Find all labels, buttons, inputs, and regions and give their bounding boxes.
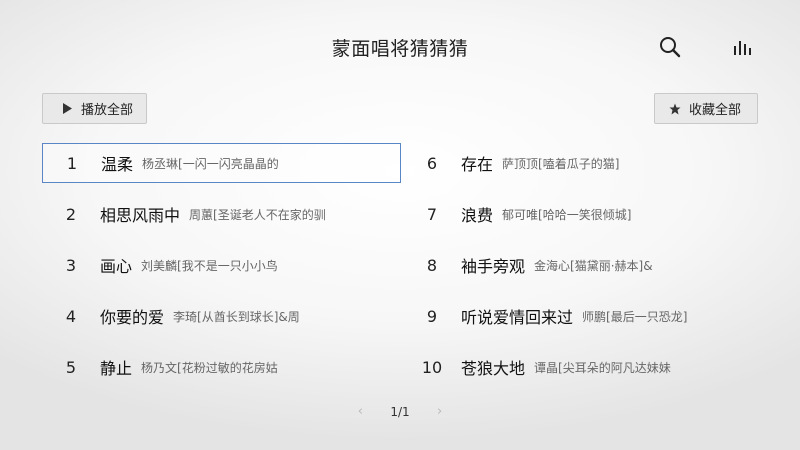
song-number: 5 xyxy=(65,357,77,377)
song-item-9[interactable]: 9 听说爱情回来过 师鹏[最后一只恐龙] xyxy=(403,296,759,336)
song-number: 1 xyxy=(66,153,78,173)
favorite-all-button[interactable]: 收藏全部 xyxy=(654,93,758,124)
song-artist: 师鹏[最后一只恐龙] xyxy=(582,309,688,324)
song-number: 10 xyxy=(421,357,443,377)
song-title: 你要的爱 xyxy=(100,308,165,327)
song-artist: 李琦[从酋长到球长]&周 xyxy=(173,309,300,324)
song-item-10[interactable]: 10 苍狼大地 谭晶[尖耳朵的阿凡达妹妹 xyxy=(403,347,759,387)
song-number: 7 xyxy=(426,204,438,224)
song-artist: 刘美麟[我不是一只小小鸟 xyxy=(141,258,278,273)
song-artist: 杨乃文[花粉过敏的花房姑 xyxy=(141,360,278,375)
search-icon[interactable] xyxy=(657,34,683,60)
song-number: 4 xyxy=(65,306,77,326)
song-title: 袖手旁观 xyxy=(461,257,526,276)
song-artist: 杨丞琳[一闪一闪亮晶晶的 xyxy=(142,156,279,171)
song-title: 温柔 xyxy=(101,155,134,174)
song-item-3[interactable]: 3 画心 刘美麟[我不是一只小小鸟 xyxy=(42,245,401,285)
play-all-label: 播放全部 xyxy=(81,103,134,118)
song-title: 浪费 xyxy=(461,206,494,225)
song-number: 9 xyxy=(426,306,438,326)
song-item-8[interactable]: 8 袖手旁观 金海心[猫黛丽·赫本]& xyxy=(403,245,759,285)
song-item-4[interactable]: 4 你要的爱 李琦[从酋长到球长]&周 xyxy=(42,296,401,336)
song-item-7[interactable]: 7 浪费 郁可唯[哈哈一笑很倾城] xyxy=(403,194,759,234)
song-artist: 郁可唯[哈哈一笑很倾城] xyxy=(502,207,632,222)
page-indicator: 1/1 xyxy=(390,404,410,419)
favorite-all-label: 收藏全部 xyxy=(689,103,742,118)
star-icon xyxy=(669,103,681,115)
song-artist: 周蕙[圣诞老人不在家的驯 xyxy=(189,207,326,222)
song-item-2[interactable]: 2 相思风雨中 周蕙[圣诞老人不在家的驯 xyxy=(42,194,401,234)
song-number: 2 xyxy=(65,204,77,224)
song-title: 画心 xyxy=(100,257,133,276)
song-artist: 萨顶顶[嗑着瓜子的猫] xyxy=(502,156,620,171)
song-title: 存在 xyxy=(461,155,494,174)
play-all-button[interactable]: 播放全部 xyxy=(42,93,147,124)
pagination: ‹ 1/1 › xyxy=(0,404,800,419)
chevron-right-icon[interactable]: › xyxy=(430,404,450,419)
song-title: 静止 xyxy=(100,359,133,378)
song-artist: 谭晶[尖耳朵的阿凡达妹妹 xyxy=(534,360,671,375)
song-number: 3 xyxy=(65,255,77,275)
song-title: 相思风雨中 xyxy=(100,206,181,225)
song-item-5[interactable]: 5 静止 杨乃文[花粉过敏的花房姑 xyxy=(42,347,401,387)
song-title: 听说爱情回来过 xyxy=(461,308,574,327)
bar-chart-icon[interactable] xyxy=(729,34,755,60)
song-artist: 金海心[猫黛丽·赫本]& xyxy=(534,258,653,273)
song-item-6[interactable]: 6 存在 萨顶顶[嗑着瓜子的猫] xyxy=(403,143,759,183)
song-title: 苍狼大地 xyxy=(461,359,526,378)
play-icon xyxy=(61,103,73,115)
song-item-1[interactable]: 1 温柔 杨丞琳[一闪一闪亮晶晶的 xyxy=(42,143,401,183)
song-number: 8 xyxy=(426,255,438,275)
song-number: 6 xyxy=(426,153,438,173)
chevron-left-icon[interactable]: ‹ xyxy=(350,404,370,419)
